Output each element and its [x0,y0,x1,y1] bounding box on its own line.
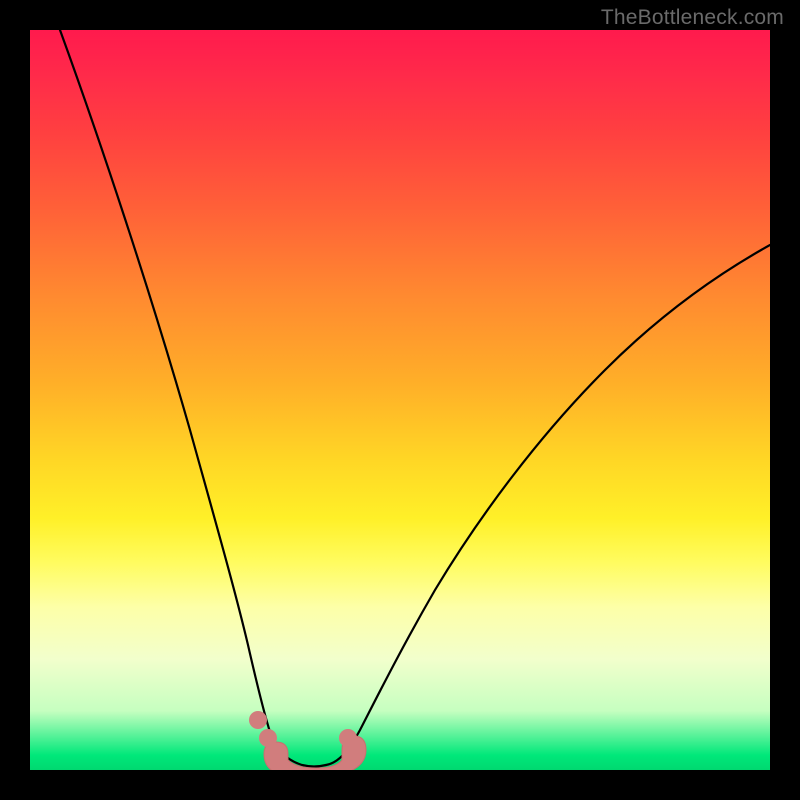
marker-dot [259,729,277,747]
marker-dot [339,729,357,747]
marker-dot [249,711,267,729]
watermark-text: TheBottleneck.com [601,6,784,30]
plot-area [30,30,770,770]
outer-frame: TheBottleneck.com [0,0,800,800]
curves-layer [30,30,770,770]
left-curve [60,30,326,767]
right-curve [326,245,770,765]
